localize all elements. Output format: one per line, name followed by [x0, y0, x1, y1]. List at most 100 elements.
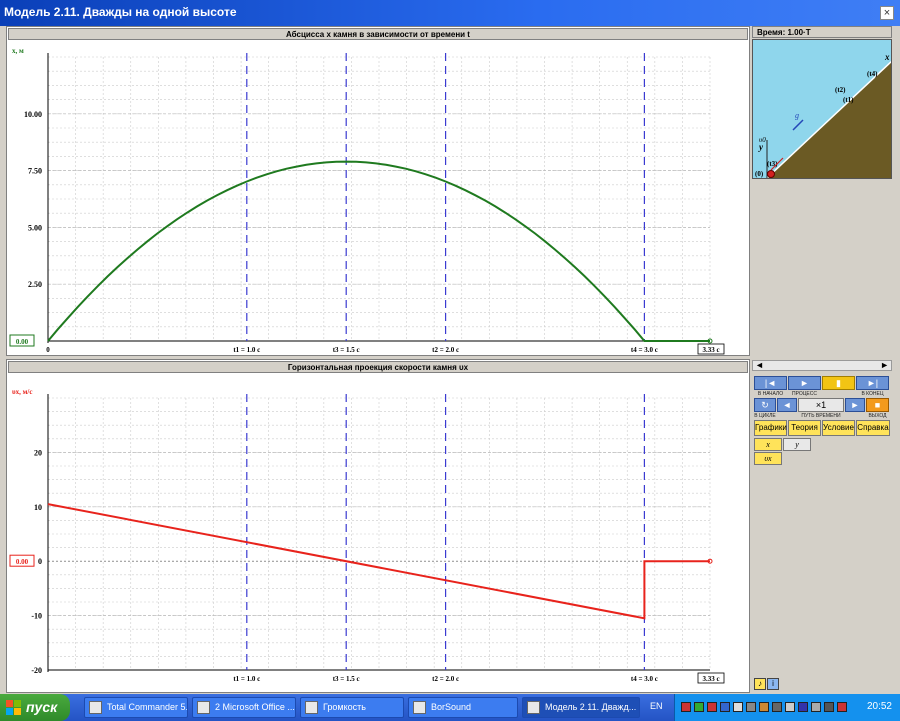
- exit-icon: ■: [874, 400, 881, 410]
- speed-display: ×1: [798, 398, 844, 412]
- y-tick-label: -20: [31, 666, 42, 675]
- exit-button[interactable]: ■: [866, 398, 889, 412]
- series-line: [47, 503, 710, 620]
- task-total-commander[interactable]: Total Commander 5.5...: [84, 697, 188, 718]
- task-ms-office[interactable]: 2 Microsoft Office ...: [192, 697, 296, 718]
- time-scrollbar[interactable]: ◄ ►: [752, 360, 892, 371]
- chart-vx-title: Горизонтальная проекция скорости камня υ…: [8, 361, 748, 373]
- process-label: ПРОЦЕСС: [792, 391, 817, 397]
- graph-tab-vx[interactable]: υx: [754, 452, 782, 465]
- tab-help[interactable]: Справка: [856, 420, 890, 436]
- chart-x-title: Абсцисса x камня в зависимости от времен…: [8, 28, 748, 40]
- y-tick-label: 0: [38, 557, 42, 566]
- loop-button[interactable]: ↻: [754, 398, 776, 412]
- step-back-button[interactable]: ◄: [777, 398, 797, 412]
- sound-icon[interactable]: ♪: [754, 678, 766, 690]
- to-start-button[interactable]: |◄: [754, 376, 787, 390]
- scene-point-t4: (t4): [867, 70, 878, 78]
- graph-tab-y[interactable]: y: [783, 438, 811, 451]
- step-forward-icon: ►: [850, 400, 860, 410]
- tray-icon[interactable]: [720, 702, 730, 712]
- time-marker-label: t3 = 1.5 c: [333, 675, 360, 683]
- side-panel: Время: 1.00·T y x (t4) (t2) (t1) (t3) (0) g υ0 ◄…: [752, 26, 894, 694]
- tray-icon[interactable]: [837, 702, 847, 712]
- y-tick-label: 10.00: [24, 110, 42, 119]
- tray-icon[interactable]: [694, 702, 704, 712]
- scroll-left-icon[interactable]: ◄: [755, 360, 764, 370]
- scene-point-origin: (0): [755, 170, 764, 178]
- task-model[interactable]: Модель 2.11. Дважд...: [522, 697, 640, 718]
- cursor-value: 0.00: [16, 558, 29, 566]
- play-button[interactable]: ►: [788, 376, 821, 390]
- y-axis-label: x, м: [12, 47, 24, 55]
- tab-condition[interactable]: Условие: [822, 420, 855, 436]
- clock: 20:52: [866, 701, 892, 712]
- tray-icon[interactable]: [824, 702, 834, 712]
- language-indicator[interactable]: EN: [650, 701, 663, 711]
- y-tick-label: 5.00: [28, 223, 42, 232]
- x-end-label: 3.33 c: [702, 675, 719, 683]
- task-label: Модель 2.11. Дважд...: [545, 702, 637, 712]
- tray-icon[interactable]: [746, 702, 756, 712]
- time-path-label: ПУТЬ ВРЕМЕНИ: [801, 413, 841, 419]
- loop-icon: ↻: [761, 400, 769, 410]
- cursor-value: 0.00: [16, 338, 29, 346]
- x-origin-label: 0: [46, 346, 50, 354]
- tab-theory[interactable]: Теория: [788, 420, 821, 436]
- scene-view: yx(t4)(t2)(t1)(t3)(0)gυ0: [752, 39, 892, 179]
- scene-x-label: x: [884, 52, 890, 62]
- scene-point-t1: (t1): [843, 96, 854, 104]
- task-label: 2 Microsoft Office ...: [215, 702, 295, 712]
- graph-tab-x[interactable]: x: [754, 438, 782, 451]
- chart-x-plot: 2.50 5.00 7.50 10.00 x, м t1 = 1.0 c t3 = 1.5 …: [9, 47, 725, 355]
- time-marker-label: t4 = 3.0 c: [631, 346, 658, 354]
- task-label: Громкость: [323, 702, 366, 712]
- scene-point-t2: (t2): [835, 86, 846, 94]
- tray-icon[interactable]: [681, 702, 691, 712]
- tray-icon[interactable]: [798, 702, 808, 712]
- y-tick-label: -10: [31, 612, 42, 621]
- info-icon[interactable]: i: [767, 678, 779, 690]
- time-marker-label: t3 = 1.5 c: [333, 346, 360, 354]
- tray-icon[interactable]: [785, 702, 795, 712]
- step-forward-button[interactable]: ►: [845, 398, 865, 412]
- task-borsound[interactable]: BorSound: [408, 697, 518, 718]
- to-start-label: В НАЧАЛО: [757, 391, 784, 397]
- start-label: пуск: [26, 699, 58, 715]
- app-icon: [413, 701, 426, 714]
- to-end-label: В КОНЕЦ: [861, 391, 884, 397]
- time-marker-label: t4 = 3.0 c: [631, 675, 658, 683]
- task-volume[interactable]: Громкость: [300, 697, 404, 718]
- pause-icon: ▮: [836, 378, 841, 388]
- scroll-right-icon[interactable]: ►: [880, 360, 889, 370]
- y-tick-label: 2.50: [28, 280, 42, 289]
- app-icon: [197, 701, 210, 714]
- loop-label: В ЦИКЛЕ: [754, 413, 776, 419]
- v0-label: υ0: [759, 136, 766, 144]
- y-axis-label: υx, м/с: [12, 388, 32, 396]
- time-marker-label: t1 = 1.0 c: [233, 346, 260, 354]
- tray-icon[interactable]: [733, 702, 743, 712]
- time-marker-label: t1 = 1.0 c: [233, 675, 260, 683]
- tab-graphs[interactable]: Графики: [754, 420, 787, 436]
- to-end-button[interactable]: ►|: [856, 376, 889, 390]
- skip-back-icon: |◄: [764, 378, 777, 388]
- play-icon: ►: [800, 378, 809, 388]
- tray-icon[interactable]: [772, 702, 782, 712]
- tray-icon[interactable]: [707, 702, 717, 712]
- tray-icon[interactable]: [811, 702, 821, 712]
- y-tick-label: 7.50: [28, 167, 42, 176]
- start-button[interactable]: пуск: [0, 694, 70, 721]
- y-tick-label: 10: [34, 503, 42, 512]
- tray-icon[interactable]: [759, 702, 769, 712]
- app-icon: [305, 701, 318, 714]
- window-title: Модель 2.11. Дважды на одной высоте: [4, 5, 237, 19]
- chart-vx-plot: -20 -10 0 10 20 υx, м/с t1 = 1.0 c t3 = 1.5 c t2…: [9, 388, 725, 684]
- windows-flag-icon: [6, 700, 21, 715]
- app-icon: [527, 701, 540, 714]
- pause-button[interactable]: ▮: [822, 376, 855, 390]
- close-button[interactable]: ×: [880, 6, 894, 20]
- app-icon: [89, 701, 102, 714]
- g-label: g: [795, 111, 799, 120]
- taskbar: пуск Total Commander 5.5... 2 Microsoft …: [0, 694, 900, 721]
